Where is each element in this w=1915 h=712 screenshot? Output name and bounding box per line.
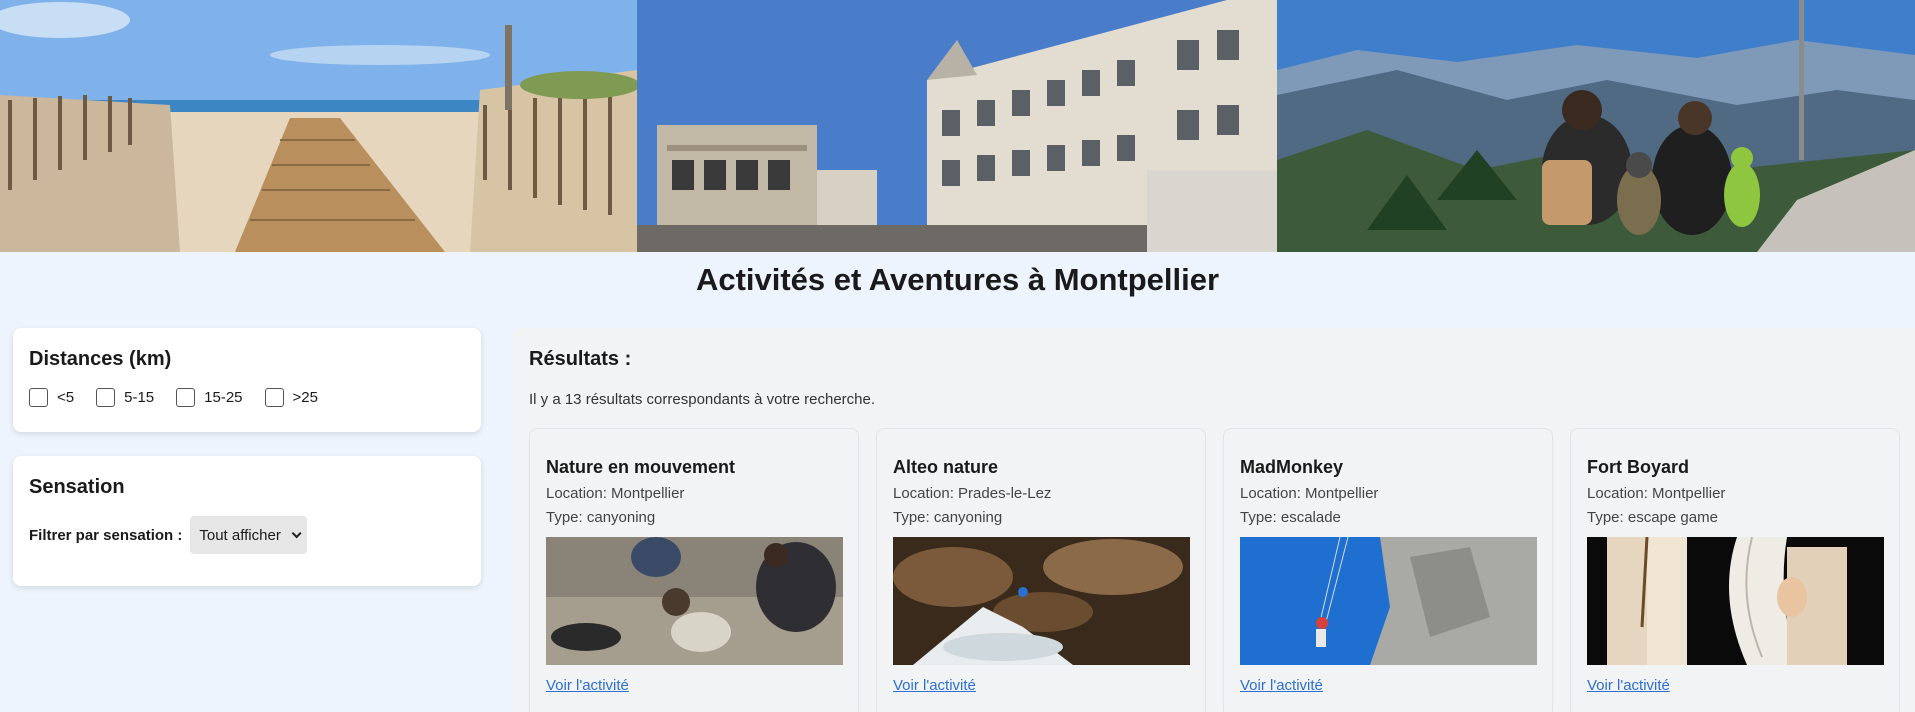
activity-image xyxy=(893,537,1190,665)
view-activity-link[interactable]: Voir l'activité xyxy=(893,677,976,694)
checkbox[interactable] xyxy=(96,388,116,407)
activity-location: Location: Montpellier xyxy=(546,485,685,502)
hero-image-beach xyxy=(0,0,637,252)
sensation-filter-card: Sensation Filtrer par sensation : Tout a… xyxy=(13,456,481,586)
activity-type: Type: escape game xyxy=(1587,509,1718,526)
results-panel: Résultats : Il y a 13 résultats correspo… xyxy=(513,328,1915,712)
sensation-select-value: Tout afficher xyxy=(199,526,281,544)
view-activity-link[interactable]: Voir l'activité xyxy=(546,677,629,694)
activity-type: Type: escalade xyxy=(1240,509,1341,526)
activity-name: Nature en mouvement xyxy=(546,457,736,477)
results-count: Il y a 13 résultats correspondants à vot… xyxy=(529,391,876,408)
hero-image-city xyxy=(637,0,1277,252)
activity-card: Nature en mouvement Location: Montpellie… xyxy=(529,428,859,712)
activity-name: MadMonkey xyxy=(1240,457,1344,477)
activity-card: Alteo nature Location: Prades-le-Lez Typ… xyxy=(876,428,1206,712)
view-activity-link[interactable]: Voir l'activité xyxy=(1587,677,1670,694)
sensation-title: Sensation xyxy=(29,476,125,498)
distance-option-label: 5-15 xyxy=(124,389,155,406)
activity-image xyxy=(1240,537,1537,665)
distance-option-label: 15-25 xyxy=(204,389,243,406)
activity-image xyxy=(1587,537,1884,665)
checkbox[interactable] xyxy=(29,388,48,407)
distance-option-15-25[interactable]: 15-25 xyxy=(176,388,243,407)
chevron-down-icon xyxy=(291,527,302,538)
activity-name: Fort Boyard xyxy=(1587,457,1690,477)
activity-type: Type: canyoning xyxy=(546,509,656,526)
sensation-select[interactable]: Tout afficher xyxy=(190,516,307,554)
activity-type: Type: canyoning xyxy=(893,509,1003,526)
distance-option-lt5[interactable]: <5 xyxy=(29,388,74,407)
results-title: Résultats : xyxy=(529,348,632,370)
distances-title: Distances (km) xyxy=(29,348,172,370)
activity-image xyxy=(546,537,843,665)
page-title: Activités et Aventures à Montpellier xyxy=(695,262,1220,297)
checkbox[interactable] xyxy=(264,388,284,407)
distance-option-label: >25 xyxy=(292,389,318,406)
activity-location: Location: Montpellier xyxy=(1240,485,1379,502)
activity-card: Fort Boyard Location: Montpellier Type: … xyxy=(1570,428,1900,712)
distances-filter-card: Distances (km) <5 5-15 15-25 >25 xyxy=(13,328,481,432)
distance-option-gt25[interactable]: >25 xyxy=(264,388,318,407)
view-activity-link[interactable]: Voir l'activité xyxy=(1240,677,1323,694)
hero-image-mountains xyxy=(1277,0,1915,252)
sensation-filter-label: Filtrer par sensation : xyxy=(29,526,183,544)
sensation-filter-row: Filtrer par sensation : Tout afficher xyxy=(29,516,307,554)
activity-name: Alteo nature xyxy=(893,457,999,477)
distance-option-label: <5 xyxy=(57,389,75,406)
activity-card: MadMonkey Location: Montpellier Type: es… xyxy=(1223,428,1553,712)
checkbox[interactable] xyxy=(176,388,196,407)
distance-option-5-15[interactable]: 5-15 xyxy=(96,388,154,407)
activity-location: Location: Prades-le-Lez xyxy=(893,485,1052,502)
distances-options: <5 5-15 15-25 >25 xyxy=(29,388,340,407)
hero-banner xyxy=(0,0,1915,252)
activity-location: Location: Montpellier xyxy=(1587,485,1726,502)
